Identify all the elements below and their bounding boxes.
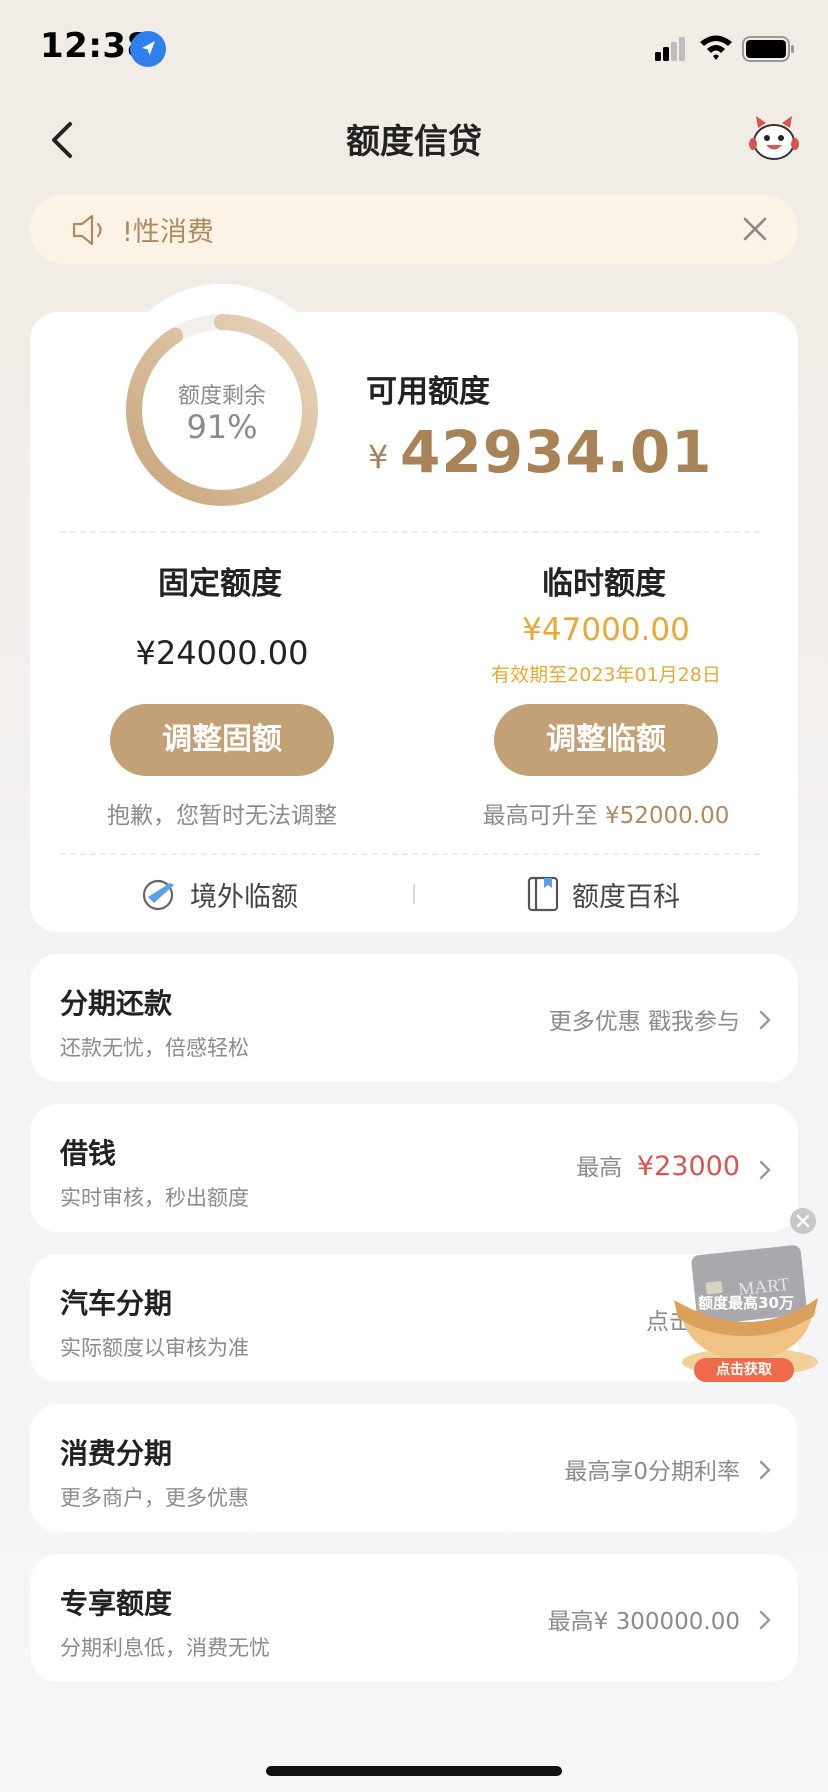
- adjust-fixed-credit-button[interactable]: 调整固额: [110, 704, 334, 776]
- temporary-note-prefix: 最高可升至: [482, 803, 598, 829]
- item-promo-text: 最高享0分期利率: [564, 1459, 740, 1485]
- temporary-note-amount: ¥52000.00: [604, 803, 730, 829]
- adjust-temporary-credit-button[interactable]: 调整临额: [494, 704, 718, 776]
- fixed-credit-value: ¥24000.00: [135, 634, 309, 672]
- promo-get-button[interactable]: 点击获取: [694, 1358, 794, 1382]
- item-title: 专享额度: [60, 1587, 173, 1620]
- available-credit-value: 42934.01: [400, 418, 713, 486]
- item-max-amount: 最高 ¥23000: [576, 1148, 740, 1182]
- divider: [60, 853, 760, 855]
- credit-encyclopedia-link[interactable]: 额度百科: [526, 872, 680, 916]
- max-amount: ¥23000: [636, 1151, 740, 1182]
- temporary-credit-note: 最高可升至 ¥52000.00: [414, 796, 798, 830]
- ring-label: 额度剩余: [177, 384, 266, 409]
- page-title: 额度信贷: [346, 122, 482, 162]
- max-prefix: 最高: [576, 1155, 623, 1181]
- fixed-credit-title: 固定额度: [158, 566, 282, 602]
- item-title: 消费分期: [60, 1437, 173, 1470]
- item-promo-text: 更多优惠 戳我参与: [548, 1009, 740, 1035]
- list-item-borrow[interactable]: 借钱 实时审核，秒出额度 最高 ¥23000: [30, 1104, 798, 1232]
- item-title: 分期还款: [60, 987, 173, 1020]
- item-subtitle: 更多商户，更多优惠: [60, 1486, 249, 1510]
- notice-bar[interactable]: !性消费: [30, 194, 798, 264]
- currency-symbol: ¥: [368, 438, 389, 476]
- item-subtitle: 实时审核，秒出额度: [60, 1186, 249, 1210]
- promo-text: 额度最高30万: [698, 1294, 794, 1312]
- item-subtitle: 分期利息低，消费无忧: [60, 1636, 270, 1660]
- promo-close-icon[interactable]: [790, 1208, 816, 1234]
- mascot-assistant-icon[interactable]: [748, 114, 800, 164]
- home-indicator: [266, 1766, 562, 1776]
- location-arrow-icon: [130, 31, 166, 67]
- plane-globe-icon: [140, 875, 178, 913]
- credit-encyclopedia-label: 额度百科: [572, 881, 680, 913]
- battery-icon: [742, 36, 796, 62]
- item-subtitle: 还款无忧，倍感轻松: [60, 1036, 249, 1060]
- speaker-icon: [70, 212, 110, 248]
- overseas-credit-label: 境外临额: [190, 881, 298, 913]
- ring-percentage: 91%: [186, 408, 258, 446]
- cellular-signal-icon: [654, 36, 688, 62]
- overseas-credit-link[interactable]: 境外临额: [140, 872, 298, 916]
- available-credit-label: 可用额度: [366, 374, 490, 410]
- divider: [60, 531, 760, 533]
- book-icon: [526, 875, 560, 913]
- temporary-credit-value: ¥47000.00: [522, 612, 690, 648]
- chevron-right-icon: [758, 1160, 772, 1180]
- item-subtitle: 实际额度以审核为准: [60, 1336, 249, 1360]
- credit-card-promo[interactable]: MART 额度最高30万 点击获取: [672, 1244, 820, 1384]
- fixed-credit-note: 抱歉，您暂时无法调整: [107, 803, 337, 829]
- temporary-credit-expiry: 有效期至2023年01月28日: [491, 664, 721, 686]
- list-item-exclusive-credit[interactable]: 专享额度 分期利息低，消费无忧 最高¥ 300000.00: [30, 1554, 798, 1682]
- list-item-installment-repayment[interactable]: 分期还款 还款无忧，倍感轻松 更多优惠 戳我参与: [30, 954, 798, 1082]
- notice-text: !性消费: [122, 217, 214, 248]
- item-title: 汽车分期: [60, 1287, 173, 1320]
- close-icon[interactable]: [742, 216, 768, 242]
- chevron-right-icon: [758, 1010, 772, 1030]
- list-item-consumer-installment[interactable]: 消费分期 更多商户，更多优惠 最高享0分期利率: [30, 1404, 798, 1532]
- link-divider: [413, 884, 415, 904]
- chevron-right-icon: [758, 1460, 772, 1480]
- wifi-icon: [698, 32, 734, 62]
- item-max-amount: 最高¥ 300000.00: [547, 1609, 740, 1635]
- temporary-credit-title: 临时额度: [542, 566, 666, 602]
- chevron-right-icon: [758, 1610, 772, 1630]
- item-title: 借钱: [60, 1137, 117, 1170]
